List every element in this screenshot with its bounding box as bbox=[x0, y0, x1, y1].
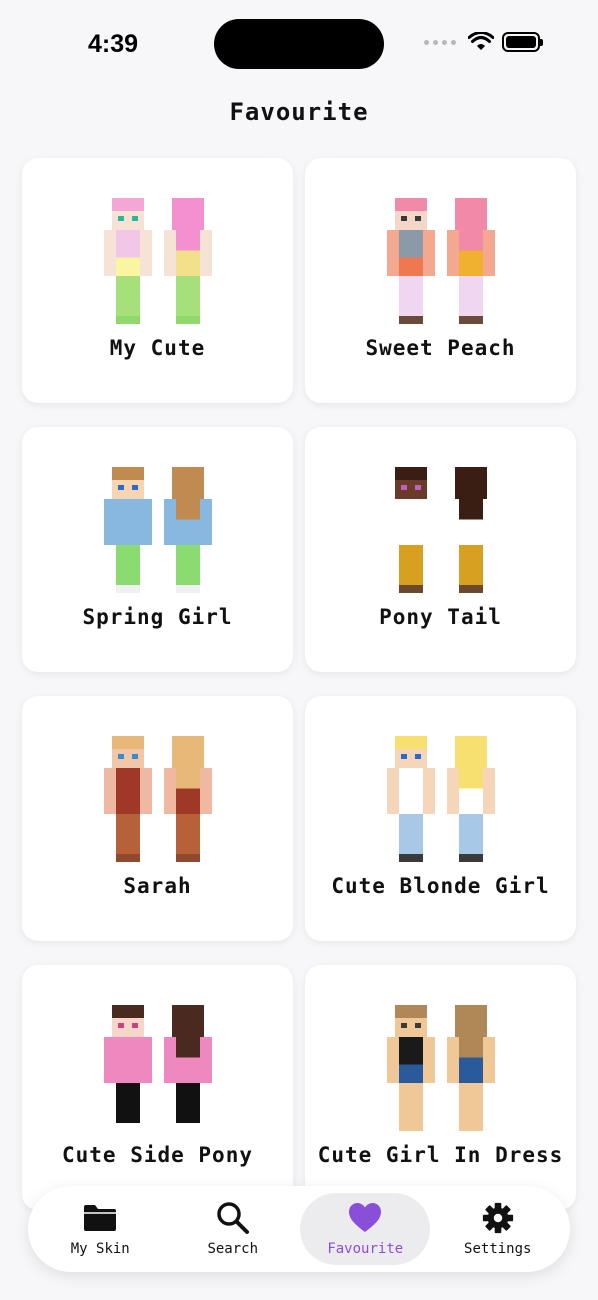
skin-name: Cute Blonde Girl bbox=[331, 874, 550, 898]
skin-back-view bbox=[446, 736, 496, 864]
tab-label: My Skin bbox=[70, 1241, 130, 1257]
skin-card[interactable]: My Cute bbox=[22, 158, 293, 403]
skin-card[interactable]: Cute Girl In Dress bbox=[305, 965, 576, 1210]
skin-back-view bbox=[163, 736, 213, 864]
skin-grid: My Cute Sweet Peach Spring Girl Pony Tail Sa… bbox=[22, 158, 576, 1210]
skin-preview bbox=[22, 198, 293, 326]
skin-card[interactable]: Spring Girl bbox=[22, 427, 293, 672]
battery-icon bbox=[502, 32, 543, 52]
tab-search[interactable]: Search bbox=[168, 1193, 298, 1265]
folder-icon bbox=[84, 1205, 117, 1231]
skin-preview bbox=[305, 198, 576, 326]
skin-preview bbox=[305, 1005, 576, 1133]
skin-front-view bbox=[386, 198, 436, 326]
skin-name: Spring Girl bbox=[82, 605, 233, 629]
search-icon bbox=[217, 1202, 249, 1234]
skin-name: Pony Tail bbox=[379, 605, 502, 629]
skin-front-view bbox=[103, 467, 153, 595]
skin-card[interactable]: Cute Blonde Girl bbox=[305, 696, 576, 941]
tab-label: Favourite bbox=[327, 1241, 404, 1257]
skin-card[interactable]: Sweet Peach bbox=[305, 158, 576, 403]
skin-back-view bbox=[446, 198, 496, 326]
tab-bar: My Skin Search Favourite Settings bbox=[28, 1186, 570, 1272]
skin-back-view bbox=[163, 198, 213, 326]
signal-icon bbox=[424, 39, 456, 45]
skin-front-view bbox=[103, 736, 153, 864]
skin-back-view bbox=[446, 1005, 496, 1133]
tab-favourite[interactable]: Favourite bbox=[300, 1193, 431, 1265]
gear-icon bbox=[482, 1202, 513, 1234]
skin-preview bbox=[305, 467, 576, 595]
status-bar: 4:39 bbox=[0, 0, 598, 88]
skin-name: Sarah bbox=[123, 874, 192, 898]
status-icons bbox=[424, 32, 543, 52]
skin-card[interactable]: Sarah bbox=[22, 696, 293, 941]
skin-card[interactable]: Cute Side Pony bbox=[22, 965, 293, 1210]
tab-label: Search bbox=[207, 1241, 259, 1257]
status-time: 4:39 bbox=[88, 30, 139, 58]
skin-back-view bbox=[163, 1005, 213, 1133]
skin-preview bbox=[22, 467, 293, 595]
skin-card[interactable]: Pony Tail bbox=[305, 427, 576, 672]
skin-name: Cute Girl In Dress bbox=[317, 1143, 564, 1167]
tab-my-skin[interactable]: My Skin bbox=[35, 1193, 165, 1265]
skin-front-view bbox=[386, 1005, 436, 1133]
skin-preview bbox=[22, 736, 293, 864]
skin-back-view bbox=[163, 467, 213, 595]
skin-name: Sweet Peach bbox=[365, 336, 516, 360]
skin-front-view bbox=[103, 198, 153, 326]
wifi-icon bbox=[468, 32, 494, 50]
skin-front-view bbox=[386, 467, 436, 595]
tab-settings[interactable]: Settings bbox=[433, 1193, 563, 1265]
dynamic-island bbox=[214, 19, 384, 69]
skin-name: Cute Side Pony bbox=[61, 1143, 253, 1167]
tab-label: Settings bbox=[464, 1241, 532, 1257]
skin-preview bbox=[22, 1005, 293, 1133]
skin-name: My Cute bbox=[109, 336, 206, 360]
page-title: Favourite bbox=[229, 98, 369, 126]
skin-back-view bbox=[446, 467, 496, 595]
skin-preview bbox=[305, 736, 576, 864]
skin-front-view bbox=[386, 736, 436, 864]
heart-icon bbox=[349, 1203, 382, 1232]
skin-front-view bbox=[103, 1005, 153, 1133]
